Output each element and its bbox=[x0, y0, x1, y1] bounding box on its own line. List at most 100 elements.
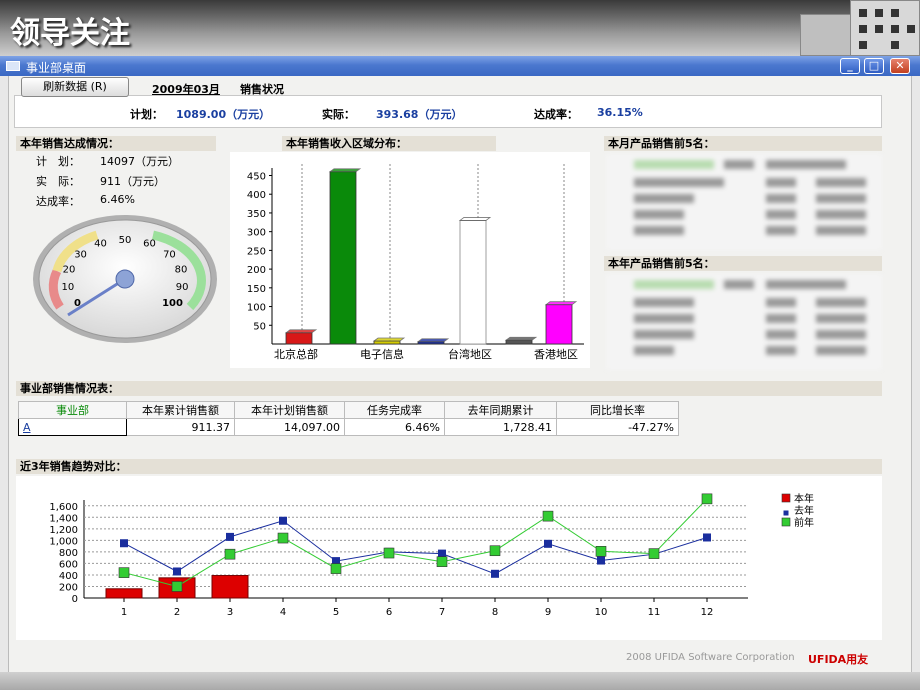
y-tick-label: 1,200 bbox=[49, 525, 78, 536]
table-cell: -47.27% bbox=[556, 418, 679, 436]
series-line-before-last bbox=[123, 498, 708, 588]
sales-table: 事业部 本年累计销售额 本年计划销售额 任务完成率 去年同期累计 同比增长率 A… bbox=[18, 401, 679, 436]
completion-actual-label: 实 际： bbox=[36, 175, 80, 188]
table-cell: 1,728.41 bbox=[444, 418, 557, 436]
completion-actual-value: 911（万元） bbox=[100, 175, 165, 188]
year-top5-table bbox=[606, 274, 882, 370]
division-link[interactable]: A bbox=[18, 418, 127, 436]
region-chart: 50 100 150 200 250 300 350 400 450 北京总部 电子信息 台湾地区 香港… bbox=[230, 152, 590, 368]
y-tick-label: 450 bbox=[247, 171, 266, 182]
gauge-tick-label: 50 bbox=[119, 235, 132, 246]
window-title: 事业部桌面 bbox=[26, 61, 87, 75]
x-tick-label: 1 bbox=[121, 607, 127, 618]
legend-swatch bbox=[783, 510, 789, 516]
point-before-last bbox=[595, 546, 607, 557]
x-tick-label: 10 bbox=[595, 607, 608, 618]
gauge-tick-label: 40 bbox=[94, 239, 107, 250]
bar bbox=[505, 339, 533, 345]
legend-label: 前年 bbox=[794, 516, 814, 529]
gauge-tick-label: 90 bbox=[176, 282, 189, 293]
point-before-last bbox=[542, 510, 554, 522]
y-tick-label: 400 bbox=[59, 571, 78, 582]
column-header[interactable]: 去年同期累计 bbox=[444, 401, 557, 419]
gauge-tick-label: 10 bbox=[62, 282, 75, 293]
table-cell: 911.37 bbox=[126, 418, 235, 436]
close-button[interactable]: ✕ bbox=[890, 58, 910, 74]
point-last-year bbox=[491, 569, 499, 578]
window-titlebar[interactable]: 事业部桌面 _ □ ✕ bbox=[0, 56, 920, 76]
x-tick-label: 11 bbox=[648, 607, 661, 618]
bar bbox=[373, 340, 401, 345]
point-before-last bbox=[436, 556, 448, 567]
point-before-last bbox=[701, 493, 713, 505]
column-header[interactable]: 事业部 bbox=[18, 401, 127, 419]
banner-title: 领导关注 bbox=[10, 16, 130, 51]
y-tick-label: 200 bbox=[247, 265, 266, 276]
point-before-last bbox=[118, 567, 130, 578]
point-before-last bbox=[383, 547, 395, 559]
y-tick-label: 1,400 bbox=[49, 513, 78, 524]
point-last-year bbox=[597, 556, 605, 565]
completion-rate-label: 达成率： bbox=[36, 195, 80, 208]
table-row[interactable]: A 911.37 14,097.00 6.46% 1,728.41 -47.27… bbox=[18, 418, 679, 436]
plan-label: 计划： bbox=[130, 108, 163, 121]
gauge-tick-label: 30 bbox=[74, 249, 87, 260]
x-tick-label: 5 bbox=[333, 607, 339, 618]
point-last-year bbox=[120, 539, 128, 548]
gauge-tick-label: 60 bbox=[143, 239, 156, 250]
summary-period: 2009年03月 bbox=[152, 83, 220, 96]
x-tick-label: 9 bbox=[545, 607, 551, 618]
column-header[interactable]: 本年计划销售额 bbox=[234, 401, 345, 419]
column-header[interactable]: 同比增长率 bbox=[556, 401, 679, 419]
y-tick-label: 0 bbox=[72, 594, 78, 605]
point-before-last bbox=[224, 548, 236, 560]
window-icon bbox=[6, 61, 20, 71]
month-top5-table bbox=[606, 154, 882, 250]
point-last-year bbox=[279, 516, 287, 525]
minimize-button[interactable]: _ bbox=[840, 58, 860, 74]
legend-swatch bbox=[781, 493, 791, 503]
x-tick-label: 香港地区 bbox=[534, 348, 578, 361]
x-tick-label: 2 bbox=[174, 607, 180, 618]
gauge-hub bbox=[115, 269, 135, 289]
gauge-tick-label: 80 bbox=[175, 265, 188, 276]
x-tick-label: 电子信息 bbox=[360, 347, 404, 361]
column-header[interactable]: 本年累计销售额 bbox=[126, 401, 235, 419]
point-before-last bbox=[277, 532, 289, 544]
y-tick-label: 400 bbox=[247, 190, 266, 201]
sales-table-title: 事业部销售情况表： bbox=[16, 381, 882, 396]
x-tick-label: 4 bbox=[280, 607, 286, 618]
bar bbox=[105, 588, 143, 599]
footer-logo: UFIDA用友 bbox=[808, 653, 869, 666]
footer-copyright: 2008 UFIDA Software Corporation bbox=[626, 652, 795, 663]
y-tick-label: 1,600 bbox=[49, 502, 78, 513]
bar-top bbox=[458, 217, 492, 221]
bar bbox=[211, 575, 249, 599]
refresh-button[interactable]: 刷新数据 (R) bbox=[21, 77, 129, 97]
point-last-year bbox=[173, 567, 181, 576]
bar-top bbox=[504, 336, 538, 341]
month-top5-title: 本月产品销售前5名： bbox=[604, 136, 882, 151]
point-before-last bbox=[648, 548, 660, 559]
maximize-button[interactable]: □ bbox=[864, 58, 884, 74]
bar-top bbox=[328, 168, 362, 173]
header-banner: 领导关注 bbox=[0, 0, 920, 56]
column-header[interactable]: 任务完成率 bbox=[344, 401, 445, 419]
y-tick-label: 50 bbox=[253, 321, 266, 332]
bar bbox=[285, 332, 313, 345]
completion-title: 本年销售达成情况： bbox=[16, 136, 216, 151]
completion-rate-value: 6.46% bbox=[100, 193, 135, 206]
x-tick-label: 台湾地区 bbox=[448, 347, 492, 361]
building-image-2 bbox=[850, 0, 920, 56]
point-last-year bbox=[226, 532, 234, 541]
x-tick-label: 12 bbox=[701, 607, 714, 618]
year-top5-title: 本年产品销售前5名： bbox=[604, 256, 882, 271]
y-tick-label: 300 bbox=[247, 228, 266, 239]
point-before-last bbox=[171, 581, 183, 592]
completion-plan-value: 14097（万元） bbox=[100, 155, 179, 168]
y-tick-label: 250 bbox=[247, 246, 266, 257]
bar-top bbox=[544, 301, 578, 306]
region-chart-title: 本年销售收入区域分布： bbox=[282, 136, 496, 151]
table-cell: 6.46% bbox=[344, 418, 445, 436]
x-tick-label: 6 bbox=[386, 607, 392, 618]
